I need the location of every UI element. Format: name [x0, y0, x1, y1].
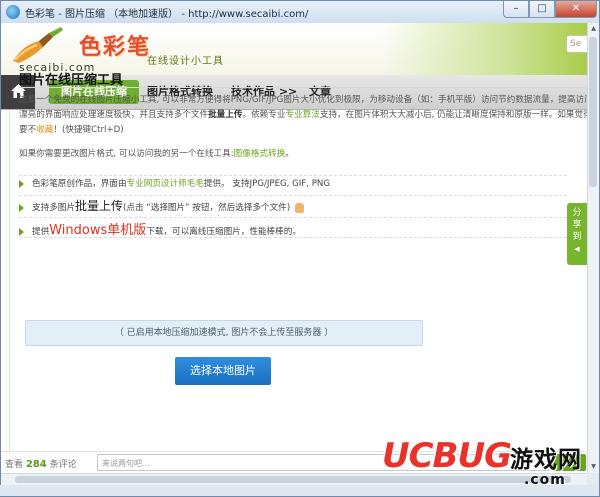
page-viewport: 色彩笔 secaibi.com 在线设计小工具 Se 图片在线压缩 图片格式转换…	[1, 23, 587, 473]
comment-count-link[interactable]: 查看 284 条评论	[5, 457, 77, 470]
arrow-icon	[19, 227, 24, 236]
arrow-icon	[19, 179, 24, 188]
window-title: 色彩笔 - 图片压缩 （本地加速版） - http://www.secaibi.…	[25, 9, 309, 20]
brush-logo-icon	[13, 27, 63, 63]
search-input[interactable]: Se	[566, 35, 587, 53]
site-header: 色彩笔 secaibi.com 在线设计小工具 Se	[1, 23, 587, 75]
hand-pointer-icon	[294, 202, 304, 213]
watermark-logo: UCBUG 游戏网 .com	[382, 436, 582, 488]
intro-text: 这是一个免费的在线图片压缩小工具, 可以非常方便得将PNG/GIF/JPG图片大…	[19, 95, 587, 135]
feature-item-2: 支持多图片批量上传(点击 “选择图片” 按钮，然后选择多个文件)	[19, 197, 304, 214]
scroll-up-icon[interactable]: ▲	[588, 23, 599, 35]
share-button[interactable]: 分享到 ◀	[567, 203, 587, 265]
format-convert-link[interactable]: 图像格式转换	[234, 149, 286, 159]
maximize-button[interactable]: □	[529, 1, 555, 18]
favorite-link[interactable]: 收藏	[36, 125, 53, 135]
scroll-thumb[interactable]	[589, 37, 597, 187]
arrow-icon	[19, 203, 24, 212]
feature-item-1: 色彩笔原创作品，界面由专业网页设计师毛毛提供。 支持JPG/JPEG, GIF,…	[19, 177, 330, 189]
arrow-left-icon: ◀	[574, 245, 580, 253]
close-button[interactable]: ✕	[555, 1, 597, 18]
logo-text[interactable]: 色彩笔	[79, 29, 151, 61]
alt-tool-text: 如果你需要更改图片格式, 可以访问我的另一个在线工具:图像格式转换。	[19, 149, 294, 159]
windows-download-link[interactable]: Windows单机版	[49, 223, 146, 238]
slogan: 在线设计小工具	[147, 56, 224, 67]
title-bar: 色彩笔 - 图片压缩 （本地加速版） - http://www.secaibi.…	[1, 1, 599, 24]
local-mode-notice: （ 已启用本地压缩加速模式, 图片不会上传至服务器 ）	[25, 320, 423, 346]
designer-link[interactable]: 专业网页设计师毛毛	[127, 179, 204, 189]
feature-item-3: 提供Windows单机版下载，可以离线压缩图片，性能棒棒的。	[19, 219, 301, 238]
algo-link[interactable]: 专业算法	[285, 110, 319, 120]
page-title: 图片在线压缩工具	[19, 73, 124, 88]
content-area	[1, 110, 587, 470]
app-icon	[6, 5, 20, 19]
minimize-button[interactable]: –	[503, 1, 529, 18]
vertical-scrollbar[interactable]: ▲ ▼	[587, 23, 599, 473]
select-local-image-button[interactable]: 选择本地图片	[175, 357, 271, 385]
